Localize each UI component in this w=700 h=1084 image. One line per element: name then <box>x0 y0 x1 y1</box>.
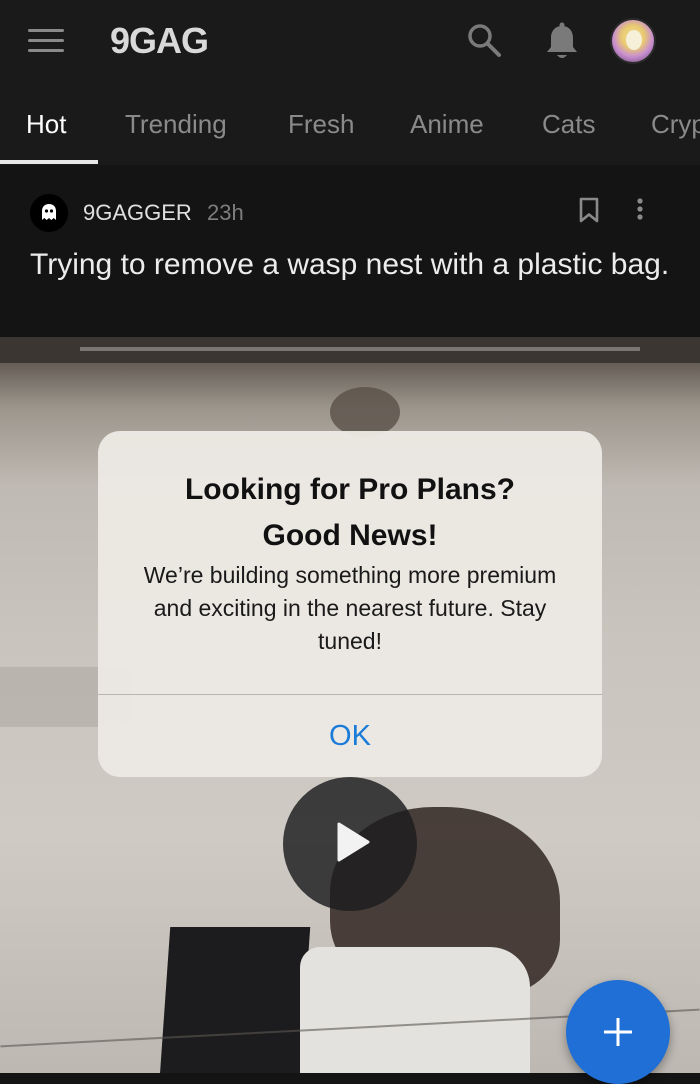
create-post-button[interactable] <box>566 980 670 1084</box>
post-time: 23h <box>207 200 244 225</box>
tab-trending[interactable]: Trending <box>125 107 227 141</box>
ok-button[interactable]: OK <box>98 695 602 777</box>
alert-message: We’re building something more premium an… <box>143 562 557 654</box>
tab-anime[interactable]: Anime <box>410 107 484 141</box>
top-app-bar: 9GAG <box>0 0 700 85</box>
tab-cats[interactable]: Cats <box>542 107 595 141</box>
post-header: 9GAGGER 23h Trying to remove a wasp nest… <box>0 165 700 337</box>
alert-title-line2: Good News! <box>262 519 438 552</box>
post-title[interactable]: Trying to remove a wasp nest with a plas… <box>30 247 670 283</box>
bookmark-icon[interactable] <box>578 197 600 223</box>
user-avatar[interactable] <box>610 18 656 64</box>
play-icon <box>337 822 370 862</box>
alert-title: Looking for Pro Plans? Good News! <box>98 467 602 559</box>
pro-plans-alert: Looking for Pro Plans? Good News! We’re … <box>98 431 602 777</box>
post-author[interactable]: 9GAGGER <box>83 199 192 227</box>
video-frame-detail <box>159 927 311 1073</box>
alert-title-line1: Looking for Pro Plans? <box>184 473 515 506</box>
tab-hot[interactable]: Hot <box>26 107 66 141</box>
ghost-icon[interactable] <box>30 194 68 232</box>
app-logo[interactable]: 9GAG <box>110 18 209 64</box>
active-tab-indicator <box>0 160 98 164</box>
plus-icon <box>604 1018 632 1046</box>
section-tabs: Hot Trending Fresh Anime Cats Cryp <box>0 85 700 166</box>
more-icon[interactable] <box>630 197 650 223</box>
bell-icon[interactable] <box>544 22 580 62</box>
play-button[interactable] <box>283 777 417 911</box>
video-frame-detail <box>80 347 640 351</box>
tab-crypto[interactable]: Cryp <box>651 107 700 141</box>
video-frame-detail <box>300 947 530 1073</box>
video-frame-detail <box>330 387 400 437</box>
tab-fresh[interactable]: Fresh <box>288 107 354 141</box>
menu-icon[interactable] <box>28 27 64 55</box>
search-icon[interactable] <box>466 22 502 58</box>
